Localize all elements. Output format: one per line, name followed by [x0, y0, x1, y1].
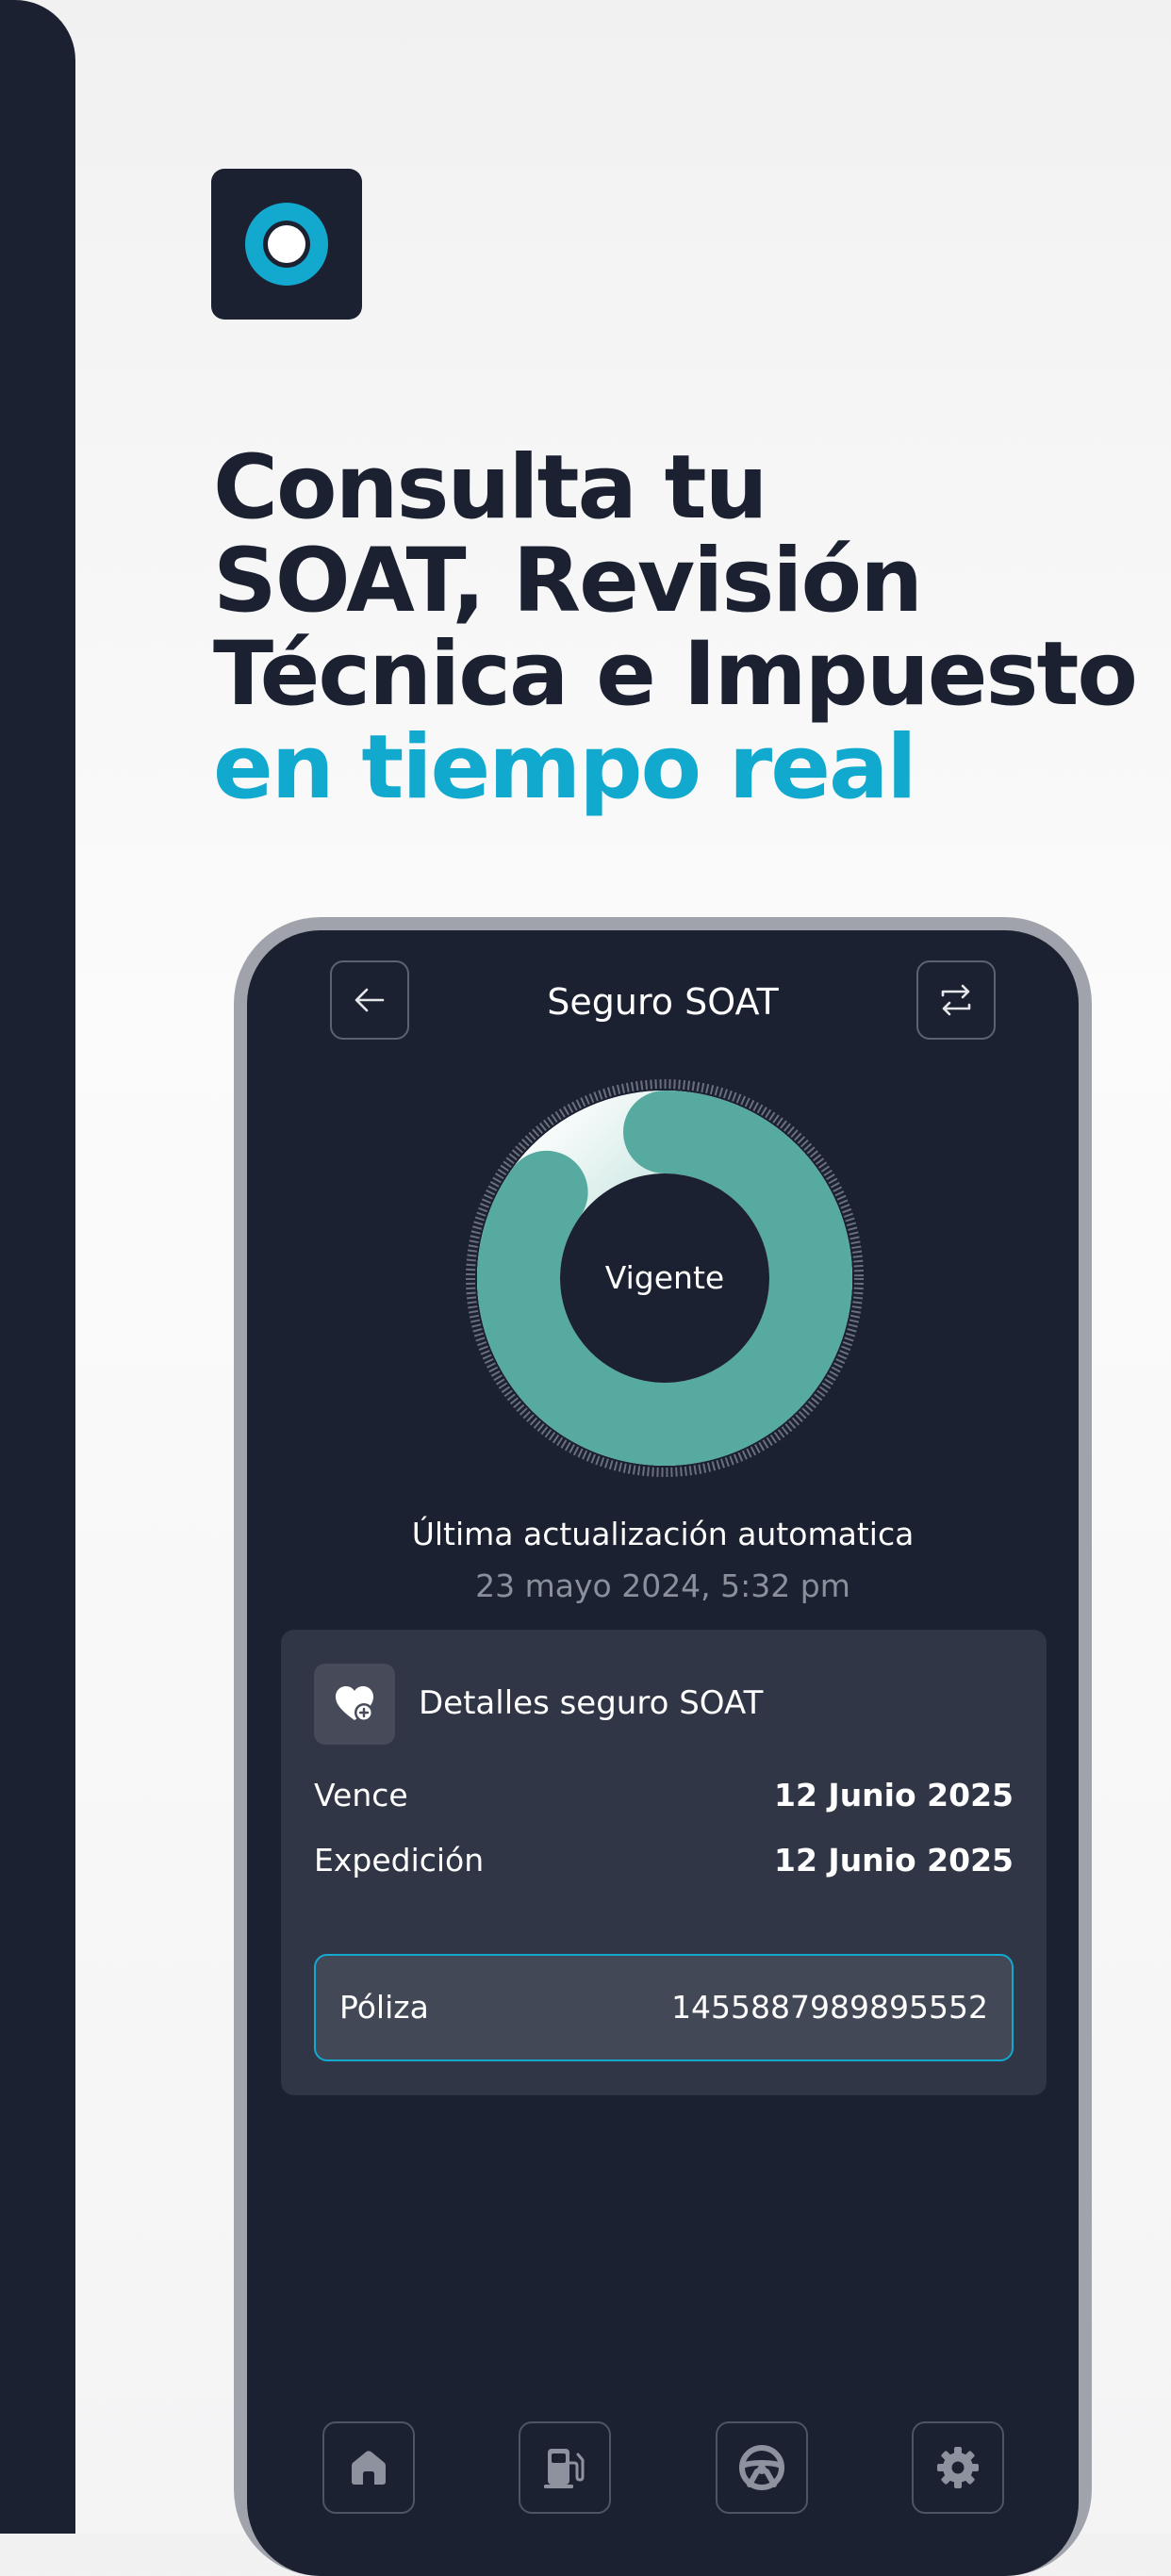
policy-label: Póliza: [339, 1989, 429, 2026]
app-logo: [211, 169, 362, 320]
gear-icon: [937, 2447, 979, 2488]
hero-accent-line: en tiempo real: [213, 716, 917, 819]
update-label: Última actualización automatica: [411, 1516, 915, 1552]
policy-field[interactable]: Póliza 1455887989895552: [314, 1954, 1014, 2061]
home-icon: [352, 2451, 386, 2485]
status-gauge: Vigente: [463, 1076, 866, 1480]
issue-value: 12 Junio 2025: [774, 1842, 1014, 1879]
left-dark-panel: [0, 0, 75, 2534]
update-date: 23 mayo 2024, 5:32 pm: [475, 1567, 850, 1604]
expiry-value: 12 Junio 2025: [774, 1777, 1014, 1813]
policy-number: 1455887989895552: [671, 1989, 988, 2026]
phone-screen: Seguro SOAT Vigente Última actualización…: [247, 930, 1079, 2576]
nav-fuel-button[interactable]: [519, 2421, 611, 2514]
swap-arrows-icon: [941, 984, 971, 1016]
nav-home-button[interactable]: [322, 2421, 415, 2514]
phone-mockup: Seguro SOAT Vigente Última actualización…: [234, 917, 1092, 2576]
expiry-label: Vence: [314, 1777, 408, 1813]
hero-headline: Consulta tu SOAT, Revisión Técnica e Imp…: [213, 441, 1156, 814]
card-title: Detalles seguro SOAT: [419, 1684, 764, 1722]
hero-line-1: Consulta tu: [213, 436, 768, 539]
status-label: Vigente: [604, 1259, 725, 1296]
fuel-pump-icon: [544, 2449, 585, 2488]
soat-details-card: Detalles seguro SOAT Vence 12 Junio 2025…: [281, 1630, 1047, 2095]
logo-ring-icon: [245, 203, 328, 286]
nav-settings-button[interactable]: [912, 2421, 1004, 2514]
hero-line-3: Técnica e Impuesto: [213, 623, 1138, 726]
switch-button[interactable]: [916, 960, 996, 1040]
nav-vehicle-button[interactable]: [716, 2421, 808, 2514]
issue-label: Expedición: [314, 1842, 485, 1879]
hero-line-2: SOAT, Revisión: [213, 530, 923, 632]
heart-plus-icon: [314, 1664, 395, 1745]
steering-wheel-icon: [739, 2445, 784, 2490]
